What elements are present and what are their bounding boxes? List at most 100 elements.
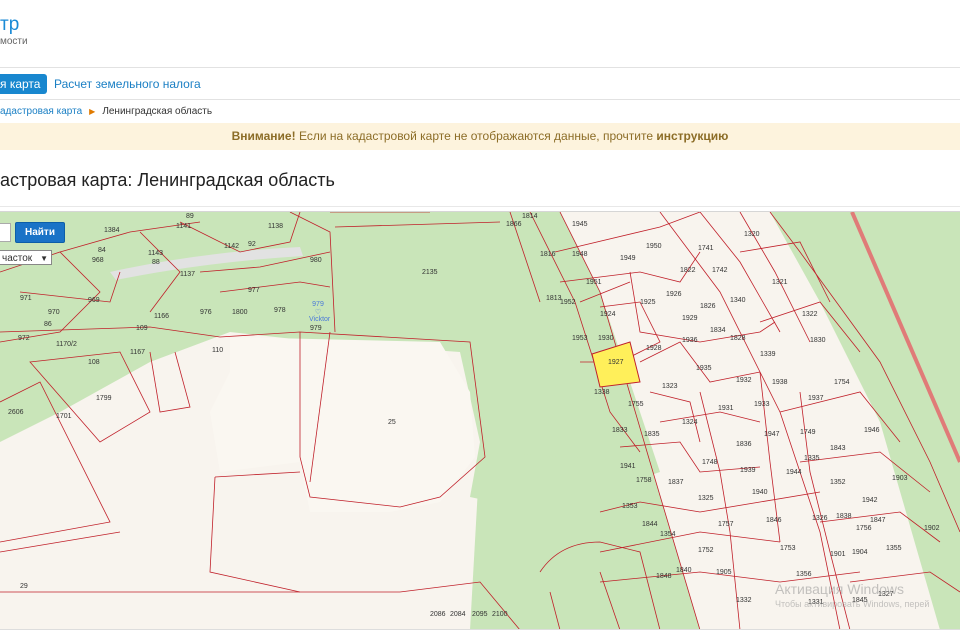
- parcel-label: 1325: [698, 495, 714, 502]
- parcel-label: 1901: [830, 551, 846, 558]
- page-title: астровая карта: Ленинградская область: [0, 170, 335, 190]
- parcel-label: 25: [388, 419, 396, 426]
- marker-name: Vicktor: [309, 316, 331, 323]
- logo-subtitle: мости: [0, 36, 28, 47]
- parcel-label: 1924: [600, 311, 616, 318]
- parcel-label: 84: [98, 247, 106, 254]
- marker-icon: ♡: [314, 309, 322, 316]
- parcel-label: 1837: [668, 479, 684, 486]
- parcel-label: 1170/2: [56, 341, 77, 348]
- parcel-label: 1938: [772, 379, 788, 386]
- tab-land-tax[interactable]: Расчет земельного налога: [54, 74, 201, 94]
- parcel-label: 1826: [700, 303, 716, 310]
- parcel-label: 1940: [752, 489, 768, 496]
- logo-title[interactable]: тр: [0, 14, 19, 36]
- parcel-label: 1931: [718, 405, 734, 412]
- parcel-label: 1322: [802, 311, 818, 318]
- parcel-label: 1757: [718, 521, 734, 528]
- parcel-label: 1741: [698, 245, 714, 252]
- parcel-label: 1902: [924, 525, 940, 532]
- breadcrumb-link[interactable]: адастровая карта: [0, 106, 82, 117]
- parcel-label: 1800: [232, 309, 248, 316]
- parcel-label: 1844: [642, 521, 658, 528]
- parcel-label: 1799: [96, 395, 112, 402]
- map-canvas[interactable]: 89 1141 1384 1138 968 84 88 1143 1142 92…: [0, 212, 960, 630]
- object-type-select[interactable]: часток ▼: [0, 250, 52, 265]
- title-divider: [0, 206, 960, 207]
- parcel-label: 971: [20, 295, 32, 302]
- parcel-label: 1843: [830, 445, 846, 452]
- parcel-label: 1758: [636, 477, 652, 484]
- tab-cadastral-map[interactable]: я карта: [0, 74, 48, 94]
- main-nav: я карта Расчет земельного налога: [0, 67, 960, 100]
- parcel-label: 1948: [572, 251, 588, 258]
- parcel-label: 969: [88, 297, 100, 304]
- parcel-label: 2606: [8, 409, 24, 416]
- breadcrumb-separator-icon: ▶: [89, 107, 96, 116]
- parcel-label: 1936: [682, 337, 698, 344]
- parcel-label: 1753: [780, 545, 796, 552]
- parcel-label: 1354: [660, 531, 676, 538]
- parcel-label: 110: [212, 347, 223, 354]
- parcel-label: 1356: [796, 571, 812, 578]
- parcel-label: 1384: [104, 227, 120, 234]
- parcel-label: 1320: [744, 231, 760, 238]
- parcel-label: 1749: [800, 429, 816, 436]
- parcel-label: 1143: [148, 250, 163, 257]
- parcel-label: 1166: [154, 313, 169, 320]
- parcel-label: 1822: [680, 267, 696, 274]
- parcel-label: 1952: [560, 299, 576, 306]
- parcel-label: 2100: [492, 611, 508, 618]
- parcel-label: 1830: [810, 337, 826, 344]
- parcel-label: 1332: [736, 597, 752, 604]
- parcel-label: 1930: [598, 335, 614, 342]
- parcel-label: 1933: [754, 401, 770, 408]
- parcel-label: 1138: [268, 223, 283, 230]
- parcel-label: 1352: [830, 479, 846, 486]
- parcel-label: 1937: [808, 395, 824, 402]
- parcel-label: 2086: [430, 611, 446, 618]
- parcel-label: 979: [310, 325, 322, 332]
- parcel-label: 1929: [682, 315, 698, 322]
- parcel-label: 1866: [506, 221, 522, 228]
- parcel-label: 1324: [682, 419, 698, 426]
- breadcrumb-current: Ленинградская область: [102, 106, 213, 117]
- parcel-label: 1953: [572, 335, 588, 342]
- parcel-label: 1949: [620, 255, 636, 262]
- parcel-label: 1355: [886, 545, 902, 552]
- parcel-label: 1338: [594, 389, 610, 396]
- parcel-label: 1814: [522, 213, 538, 220]
- notice-banner: Внимание! Если на кадастровой карте не о…: [0, 123, 960, 150]
- parcel-label: 1846: [766, 517, 782, 524]
- find-button[interactable]: Найти: [15, 222, 65, 243]
- breadcrumb: адастровая карта ▶ Ленинградская область: [0, 106, 212, 117]
- parcel-label: 1833: [612, 427, 628, 434]
- notice-text: Если на кадастровой карте не отображаютс…: [295, 129, 657, 143]
- parcel-label: 976: [200, 309, 212, 316]
- watermark-text: Чтобы активировать Windows, перей: [775, 599, 930, 609]
- parcel-label: 1941: [620, 463, 636, 470]
- notice-instruction-link[interactable]: инструкцию: [656, 129, 728, 143]
- parcel-label: 968: [92, 257, 104, 264]
- map-search-input[interactable]: [0, 223, 11, 242]
- parcel-label: 1927: [608, 359, 624, 366]
- marker-number: 979: [312, 301, 324, 308]
- parcel-label: 1925: [640, 299, 656, 306]
- parcel-label: 972: [18, 335, 30, 342]
- user-marker[interactable]: 979 ♡ Vicktor: [309, 301, 331, 323]
- parcel-label: 1945: [572, 221, 588, 228]
- parcel-label: 1939: [740, 467, 756, 474]
- parcel-label: 1340: [730, 297, 746, 304]
- parcel-label: 1701: [56, 413, 72, 420]
- parcel-label: 2084: [450, 611, 466, 618]
- parcel-label: 1904: [852, 549, 868, 556]
- parcel-label: 89: [186, 213, 194, 220]
- parcel-label: 1836: [736, 441, 752, 448]
- parcel-label: 1828: [730, 335, 746, 342]
- cadastral-map[interactable]: 89 1141 1384 1138 968 84 88 1143 1142 92…: [0, 211, 960, 630]
- parcel-label: 1756: [856, 525, 872, 532]
- parcel-label: 1838: [836, 513, 852, 520]
- parcel-label: 88: [152, 259, 160, 266]
- parcel-label: 1141: [176, 223, 191, 230]
- parcel-label: 1167: [130, 349, 145, 356]
